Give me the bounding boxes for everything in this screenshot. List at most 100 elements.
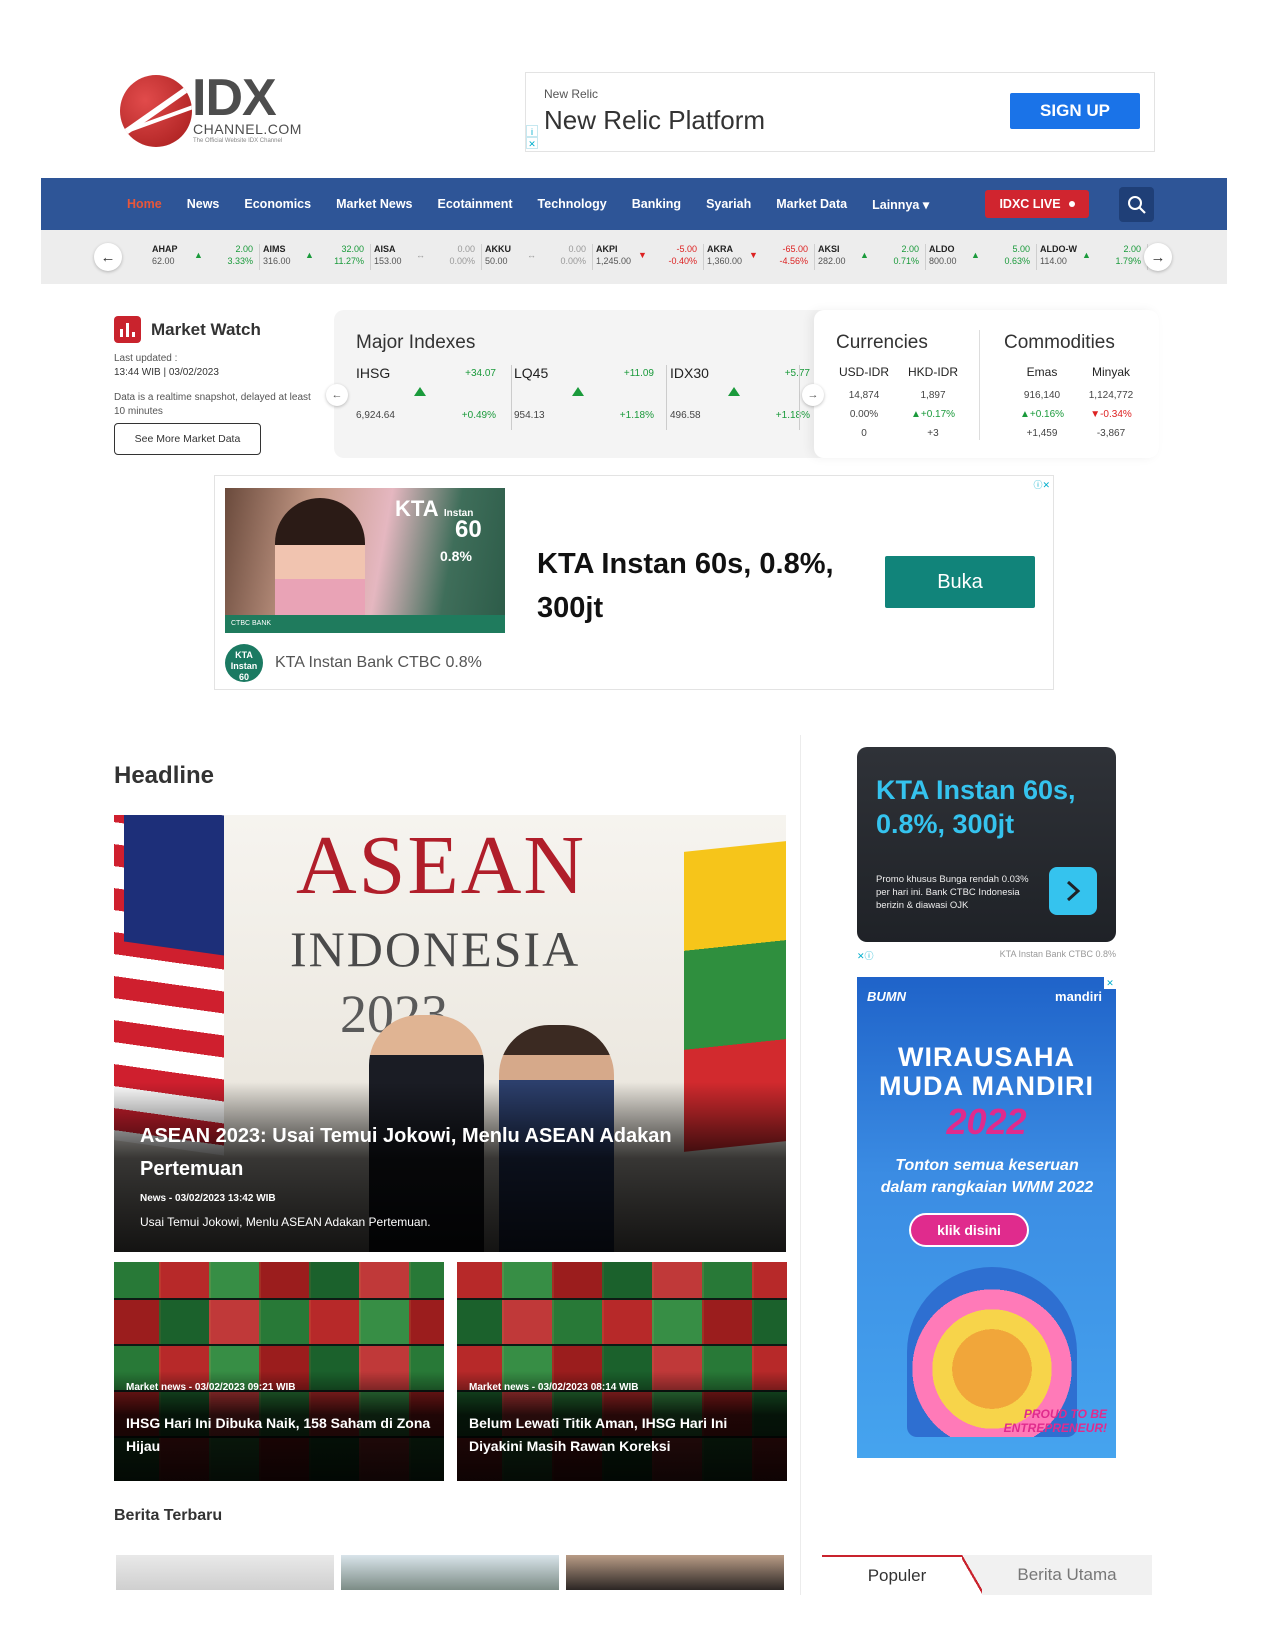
ad-description: Promo khusus Bunga rendah 0.03% per hari…: [876, 874, 1029, 911]
site-logo[interactable]: IDX CHANNEL.COM The Official Website IDX…: [120, 69, 301, 150]
nav-item-banking[interactable]: Banking: [632, 197, 681, 211]
nav-item-lainnya[interactable]: Lainnya ▾: [872, 197, 929, 212]
ticker-item[interactable]: AIMS 316.00 ▲ 32.00 11.27%: [259, 244, 371, 270]
buka-button[interactable]: Buka: [885, 556, 1035, 608]
ticker-item[interactable]: AKKU 50.00 ↔ 0.00 0.00%: [481, 244, 593, 270]
commodity-emas[interactable]: Emas 916,140 ▲+0.16% +1,459: [1007, 365, 1077, 447]
up-triangle-icon: ▲: [305, 250, 314, 260]
news-thumbnail[interactable]: [566, 1555, 784, 1590]
currency-pct: 0.00%: [849, 409, 879, 420]
nav-item-market-news[interactable]: Market News: [336, 197, 412, 211]
commodities-title: Commodities: [1004, 332, 1115, 353]
kta-logo-icon: KTA Instan 60: [225, 644, 263, 682]
ticker-item[interactable]: ALDO 800.00 ▲ 5.00 0.63%: [925, 244, 1037, 270]
ad-title-line2: MUDA MANDIRI: [879, 1071, 1094, 1101]
ad-headline[interactable]: KTA Instan 60s, 0.8%, 300jt: [537, 542, 857, 630]
idxc-live-button[interactable]: IDXC LIVE: [985, 190, 1089, 218]
news-thumbnail[interactable]: [116, 1555, 334, 1590]
board-cell: [602, 1300, 654, 1344]
nav-item-ecotainment[interactable]: Ecotainment: [438, 197, 513, 211]
chevron-right-icon: →: [807, 389, 819, 401]
currency-usd-idr[interactable]: USD-IDR 14,874 0.00% 0: [829, 365, 899, 447]
nav-item-news[interactable]: News: [187, 197, 220, 211]
flat-arrow-icon: ↔: [416, 250, 425, 260]
tab-berita-utama[interactable]: Berita Utama: [982, 1555, 1152, 1595]
signup-button[interactable]: SIGN UP: [1010, 93, 1140, 129]
klik-disini-button[interactable]: klik disini: [909, 1213, 1029, 1247]
nav-item-home[interactable]: Home: [127, 197, 162, 211]
sidebar-mandiri-ad[interactable]: BUMN mandiri WIRAUSAHA MUDA MANDIRI 2022…: [857, 977, 1116, 1472]
column-divider: [800, 735, 801, 1595]
ad-image[interactable]: KTA Instan 60 0.8% CTBC BANK: [225, 488, 505, 633]
ticker-item[interactable]: AHAP 62.00 ▲ 2.00 3.33%: [148, 244, 260, 270]
see-more-market-data-button[interactable]: See More Market Data: [114, 423, 261, 455]
currencies-commodities-panel: Currencies USD-IDR 14,874 0.00% 0 HKD-ID…: [814, 310, 1159, 458]
commodity-minyak[interactable]: Minyak 1,124,772 ▼-0.34% -3,867: [1076, 365, 1146, 447]
sidebar-ad-footer[interactable]: ✕ⓘ KTA Instan Bank CTBC 0.8%: [857, 949, 1116, 963]
ticker-pct: -4.56%: [779, 256, 808, 266]
ad-headline[interactable]: KTA Instan 60s, 0.8%, 300jt: [876, 773, 1106, 841]
ticker-item[interactable]: ALDO-W 114.00 ▲ 2.00 1.79%: [1036, 244, 1148, 270]
board-cell: [752, 1300, 787, 1344]
nav-item-technology[interactable]: Technology: [538, 197, 607, 211]
index-card-lq45[interactable]: LQ45 +11.09 954.13 +1.18%: [514, 365, 664, 430]
up-triangle-icon: ▲: [860, 250, 869, 260]
hero-title[interactable]: ASEAN 2023: Usai Temui Jokowi, Menlu ASE…: [140, 1120, 740, 1186]
news-thumbnail[interactable]: [341, 1555, 559, 1590]
ticker-prev-button[interactable]: ←: [94, 243, 122, 271]
ticker-item[interactable]: AKRA 1,360.00 ▼ -65.00 -4.56%: [703, 244, 815, 270]
search-button[interactable]: [1119, 187, 1154, 222]
ticker-next-button[interactable]: →: [1144, 243, 1172, 271]
index-card-ihsg[interactable]: IHSG +34.07 6,924.64 +0.49%: [356, 365, 506, 430]
ticker-change: -5.00: [676, 244, 697, 254]
index-value: 496.58: [670, 410, 701, 421]
board-cell: [114, 1262, 161, 1298]
card-title[interactable]: Belum Lewati Titik Aman, IHSG Hari Ini D…: [469, 1412, 774, 1458]
top-banner-ad[interactable]: New Relic New Relic Platform SIGN UP i ✕: [525, 72, 1155, 152]
index-name: IHSG: [356, 365, 391, 381]
ticker-item[interactable]: AISA 153.00 ↔ 0.00 0.00%: [370, 244, 482, 270]
currency-price: 1,897: [920, 390, 946, 401]
ad-go-button[interactable]: [1049, 867, 1097, 915]
ad-headline[interactable]: New Relic Platform: [544, 105, 765, 136]
index-card-idx30[interactable]: IDX30 +5.77 496.58 +1.18%: [670, 365, 820, 430]
ticker-change: 5.00: [1012, 244, 1030, 254]
board-cell: [602, 1262, 654, 1298]
ad-image-60: 60: [455, 516, 482, 543]
ticker-pct: 11.27%: [334, 256, 364, 266]
currency-hkd-idr[interactable]: HKD-IDR 1,897 ▲+0.17% +3: [898, 365, 968, 447]
nav-item-syariah[interactable]: Syariah: [706, 197, 751, 211]
ticker-pct: -0.40%: [668, 256, 697, 266]
indexes-prev-button[interactable]: ←: [326, 384, 348, 406]
nav-item-market-data[interactable]: Market Data: [776, 197, 847, 211]
sidebar-kta-ad[interactable]: KTA Instan 60s, 0.8%, 300jt Promo khusus…: [857, 747, 1116, 942]
currency-pct: ▲+0.17%: [910, 409, 956, 420]
ticker-price: 1,245.00: [596, 256, 632, 266]
tab-populer[interactable]: Populer: [822, 1555, 972, 1595]
nav-item-economics[interactable]: Economics: [244, 197, 311, 211]
ticker-change: 2.00: [901, 244, 919, 254]
kta-banner-ad[interactable]: KTA Instan 60 0.8% CTBC BANK KTA Instan …: [214, 475, 1054, 690]
ad-footer-text[interactable]: KTA Instan Bank CTBC 0.8%: [275, 654, 482, 672]
ticker-symbol: AKPI: [596, 244, 618, 254]
card-title[interactable]: IHSG Hari Ini Dibuka Naik, 158 Saham di …: [126, 1412, 431, 1458]
adchoices-icon[interactable]: ✕ⓘ: [857, 949, 874, 962]
ticker-price: 50.00: [485, 256, 508, 266]
sub-headline-card[interactable]: Market news - 03/02/2023 08:14 WIB Belum…: [457, 1262, 787, 1481]
commodity-pct: ▲+0.16%: [1019, 409, 1065, 420]
ticker-item[interactable]: AKPI 1,245.00 ▼ -5.00 -0.40%: [592, 244, 704, 270]
ad-legal-footer: [857, 1458, 1116, 1472]
ticker-item[interactable]: AKSI 282.00 ▲ 2.00 0.71%: [814, 244, 926, 270]
ticker-price: 316.00: [263, 256, 291, 266]
indexes-next-button[interactable]: →: [802, 384, 824, 406]
ad-tagline: Tonton semua keseruan dalam rangkaian WM…: [880, 1157, 1094, 1196]
sub-headline-card[interactable]: Market news - 03/02/2023 09:21 WIB IHSG …: [114, 1262, 444, 1481]
major-indexes-panel: Major Indexes IHSG +34.07 6,924.64 +0.49…: [326, 310, 1159, 458]
adchoices-icon[interactable]: ⓘ✕: [1033, 478, 1050, 491]
board-cell: [652, 1262, 704, 1298]
adchoices-icon[interactable]: i ✕: [526, 125, 538, 151]
headline-hero-card[interactable]: ASEAN INDONESIA 2023 ASEAN 2023: Usai Te…: [114, 815, 786, 1252]
close-icon[interactable]: ✕: [1104, 977, 1116, 989]
board-cell: [652, 1300, 704, 1344]
mandiri-logo: mandiri: [1055, 989, 1102, 1004]
